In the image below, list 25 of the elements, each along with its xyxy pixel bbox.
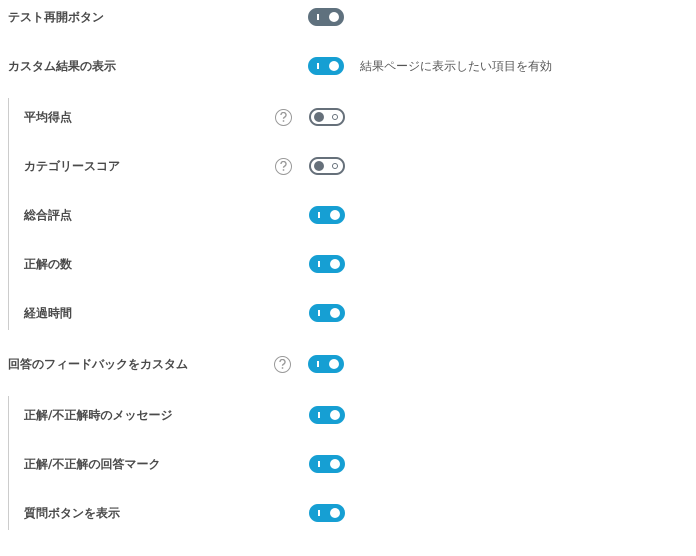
setting-label: カテゴリースコア <box>24 158 121 175</box>
setting-label: 経過時間 <box>24 305 73 322</box>
toggle-switch[interactable] <box>309 255 345 273</box>
setting-label: 平均得点 <box>24 109 73 126</box>
toggle-switch[interactable] <box>308 57 344 75</box>
toggle-switch[interactable] <box>309 504 345 522</box>
toggle-switch[interactable] <box>309 455 345 473</box>
toggle-switch[interactable] <box>308 355 344 373</box>
help-icon[interactable] <box>274 356 291 372</box>
setting-label: 質問ボタンを表示 <box>24 505 121 522</box>
setting-description: 結果ページに表示したい項目を有効 <box>360 58 552 75</box>
toggle-switch[interactable] <box>309 157 345 175</box>
setting-label: 正解/不正解時のメッセージ <box>24 407 174 424</box>
setting-label: カスタム結果の表示 <box>8 58 117 75</box>
toggle-switch[interactable] <box>309 304 345 322</box>
setting-label: テスト再開ボタン <box>8 9 105 26</box>
toggle-switch[interactable] <box>309 206 345 224</box>
setting-label: 正解の数 <box>24 256 73 273</box>
setting-label: 回答のフィードバックをカスタム <box>8 356 189 373</box>
help-icon[interactable] <box>275 108 292 126</box>
setting-label: 正解/不正解の回答マーク <box>24 456 162 473</box>
toggle-switch[interactable] <box>309 406 345 424</box>
toggle-switch[interactable] <box>309 108 345 126</box>
help-icon[interactable] <box>275 158 292 174</box>
setting-label: 総合評点 <box>24 207 73 224</box>
